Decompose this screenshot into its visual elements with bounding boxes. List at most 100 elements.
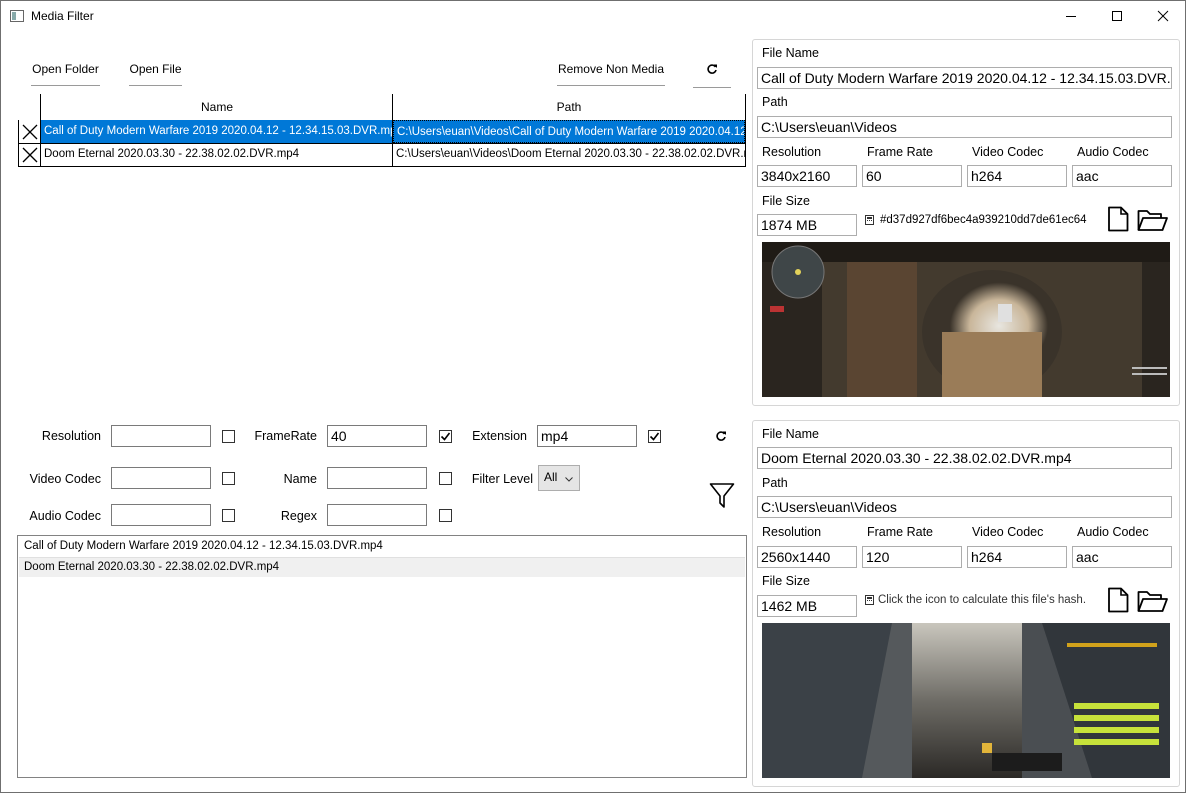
video-thumbnail bbox=[762, 623, 1170, 778]
list-item[interactable]: Call of Duty Modern Warfare 2019 2020.04… bbox=[19, 537, 745, 557]
main-window: Media Filter Open Folder Open File Remov… bbox=[0, 0, 1186, 793]
reset-filters-button[interactable] bbox=[715, 430, 727, 445]
grid-divider bbox=[392, 94, 393, 167]
video-codec-filter-checkbox[interactable] bbox=[222, 472, 235, 485]
close-button[interactable] bbox=[1140, 1, 1186, 31]
refresh-icon bbox=[716, 431, 726, 441]
extension-label: Extension bbox=[472, 429, 527, 443]
open-folder-button[interactable] bbox=[1137, 589, 1169, 616]
cell-path[interactable]: C:\Users\euan\Videos\Call of Duty Modern… bbox=[393, 120, 745, 143]
hash-calculator-icon[interactable] bbox=[865, 215, 874, 225]
app-icon bbox=[10, 10, 24, 22]
grid-divider bbox=[18, 166, 746, 167]
path-field[interactable]: C:\Users\euan\Videos bbox=[757, 116, 1172, 138]
folder-icon bbox=[1137, 210, 1168, 231]
refresh-icon bbox=[707, 64, 717, 74]
hash-text: #d37d927df6bec4a939210dd7de61ec64 bbox=[880, 214, 1087, 226]
close-icon bbox=[22, 147, 37, 162]
file-name-label: File Name bbox=[762, 46, 819, 60]
grid-divider bbox=[745, 94, 746, 167]
resolution-filter-checkbox[interactable] bbox=[222, 430, 235, 443]
path-label: Path bbox=[762, 95, 788, 109]
name-filter-input[interactable] bbox=[327, 467, 427, 489]
open-file-button[interactable] bbox=[1106, 206, 1130, 235]
filter-level-select[interactable]: All bbox=[538, 465, 580, 491]
filter-icon bbox=[709, 483, 735, 508]
video-codec-filter-input[interactable] bbox=[111, 467, 211, 489]
file-name-field[interactable]: Call of Duty Modern Warfare 2019 2020.04… bbox=[757, 67, 1172, 89]
audio-codec-filter-checkbox[interactable] bbox=[222, 509, 235, 522]
open-file-button[interactable] bbox=[1106, 587, 1130, 616]
frame-rate-field[interactable]: 60 bbox=[862, 165, 962, 187]
resolution-label: Resolution bbox=[762, 145, 822, 159]
framerate-label: FrameRate bbox=[254, 429, 317, 443]
audio-codec-filter-input[interactable] bbox=[111, 504, 211, 526]
filter-level-label: Filter Level bbox=[471, 472, 533, 486]
resolution-field[interactable]: 3840x2160 bbox=[757, 165, 857, 187]
title-bar[interactable]: Media Filter bbox=[1, 1, 1185, 31]
file-size-field[interactable]: 1874 MB bbox=[757, 214, 857, 236]
open-folder-button[interactable]: Open Folder bbox=[31, 62, 100, 86]
video-codec-label: Video Codec bbox=[972, 525, 1044, 539]
minimize-icon bbox=[1066, 16, 1076, 17]
refresh-button[interactable] bbox=[693, 62, 731, 88]
open-folder-button[interactable] bbox=[1137, 208, 1169, 235]
resolution-filter-input[interactable] bbox=[111, 425, 211, 447]
name-label: Name bbox=[283, 472, 317, 486]
cell-name[interactable]: Doom Eternal 2020.03.30 - 22.38.02.02.DV… bbox=[41, 143, 393, 166]
check-icon bbox=[649, 432, 660, 441]
extension-filter-checkbox[interactable] bbox=[648, 430, 661, 443]
close-icon bbox=[22, 124, 37, 139]
regex-filter-input[interactable] bbox=[327, 504, 427, 526]
maximize-icon bbox=[1112, 11, 1122, 21]
chevron-down-icon bbox=[565, 474, 573, 484]
apply-filter-button[interactable] bbox=[709, 482, 735, 513]
grid-divider bbox=[40, 94, 41, 167]
hash-hint-text: Click the icon to calculate this file's … bbox=[878, 594, 1087, 606]
open-file-button[interactable]: Open File bbox=[129, 62, 182, 86]
hash-calculator-icon[interactable] bbox=[865, 595, 874, 605]
file-name-label: File Name bbox=[762, 427, 819, 441]
path-field[interactable]: C:\Users\euan\Videos bbox=[757, 496, 1172, 518]
extension-filter-input[interactable] bbox=[537, 425, 637, 447]
video-codec-field[interactable]: h264 bbox=[967, 165, 1067, 187]
resolution-field[interactable]: 2560x1440 bbox=[757, 546, 857, 568]
results-list[interactable]: Call of Duty Modern Warfare 2019 2020.04… bbox=[17, 535, 747, 778]
regex-label: Regex bbox=[280, 509, 317, 523]
audio-codec-label: Audio Codec bbox=[1077, 525, 1149, 539]
details-panel: File Name Call of Duty Modern Warfare 20… bbox=[752, 39, 1180, 406]
framerate-filter-input[interactable] bbox=[327, 425, 427, 447]
maximize-button[interactable] bbox=[1094, 1, 1140, 31]
remove-row-button[interactable] bbox=[18, 143, 41, 166]
file-size-label: File Size bbox=[762, 194, 810, 208]
file-name-field[interactable]: Doom Eternal 2020.03.30 - 22.38.02.02.DV… bbox=[757, 447, 1172, 469]
minimize-button[interactable] bbox=[1048, 1, 1094, 31]
audio-codec-field[interactable]: aac bbox=[1072, 546, 1172, 568]
column-header-path[interactable]: Path bbox=[393, 94, 745, 120]
video-thumbnail bbox=[762, 242, 1170, 397]
window-title: Media Filter bbox=[31, 9, 94, 23]
file-size-field[interactable]: 1462 MB bbox=[757, 595, 857, 617]
video-codec-label: Video Codec bbox=[29, 472, 101, 486]
filter-level-value: All bbox=[544, 470, 558, 484]
close-icon bbox=[1157, 10, 1169, 22]
table-row[interactable]: Call of Duty Modern Warfare 2019 2020.04… bbox=[18, 120, 746, 143]
regex-filter-checkbox[interactable] bbox=[439, 509, 452, 522]
column-header-name[interactable]: Name bbox=[41, 94, 393, 120]
cell-name[interactable]: Call of Duty Modern Warfare 2019 2020.04… bbox=[41, 120, 393, 143]
file-size-label: File Size bbox=[762, 574, 810, 588]
details-panel: File Name Doom Eternal 2020.03.30 - 22.3… bbox=[752, 420, 1180, 787]
list-item[interactable]: Doom Eternal 2020.03.30 - 22.38.02.02.DV… bbox=[19, 557, 745, 577]
table-row[interactable]: Doom Eternal 2020.03.30 - 22.38.02.02.DV… bbox=[18, 143, 746, 166]
remove-row-button[interactable] bbox=[18, 120, 41, 143]
frame-rate-field[interactable]: 120 bbox=[862, 546, 962, 568]
file-grid[interactable]: Name Path Call of Duty Modern Warfare 20… bbox=[18, 94, 746, 167]
cell-path[interactable]: C:\Users\euan\Videos\Doom Eternal 2020.0… bbox=[393, 143, 745, 166]
remove-non-media-button[interactable]: Remove Non Media bbox=[557, 62, 665, 86]
name-filter-checkbox[interactable] bbox=[439, 472, 452, 485]
grid-divider bbox=[18, 143, 746, 144]
audio-codec-label: Audio Codec bbox=[1077, 145, 1149, 159]
file-icon bbox=[1108, 206, 1129, 232]
video-codec-field[interactable]: h264 bbox=[967, 546, 1067, 568]
audio-codec-field[interactable]: aac bbox=[1072, 165, 1172, 187]
